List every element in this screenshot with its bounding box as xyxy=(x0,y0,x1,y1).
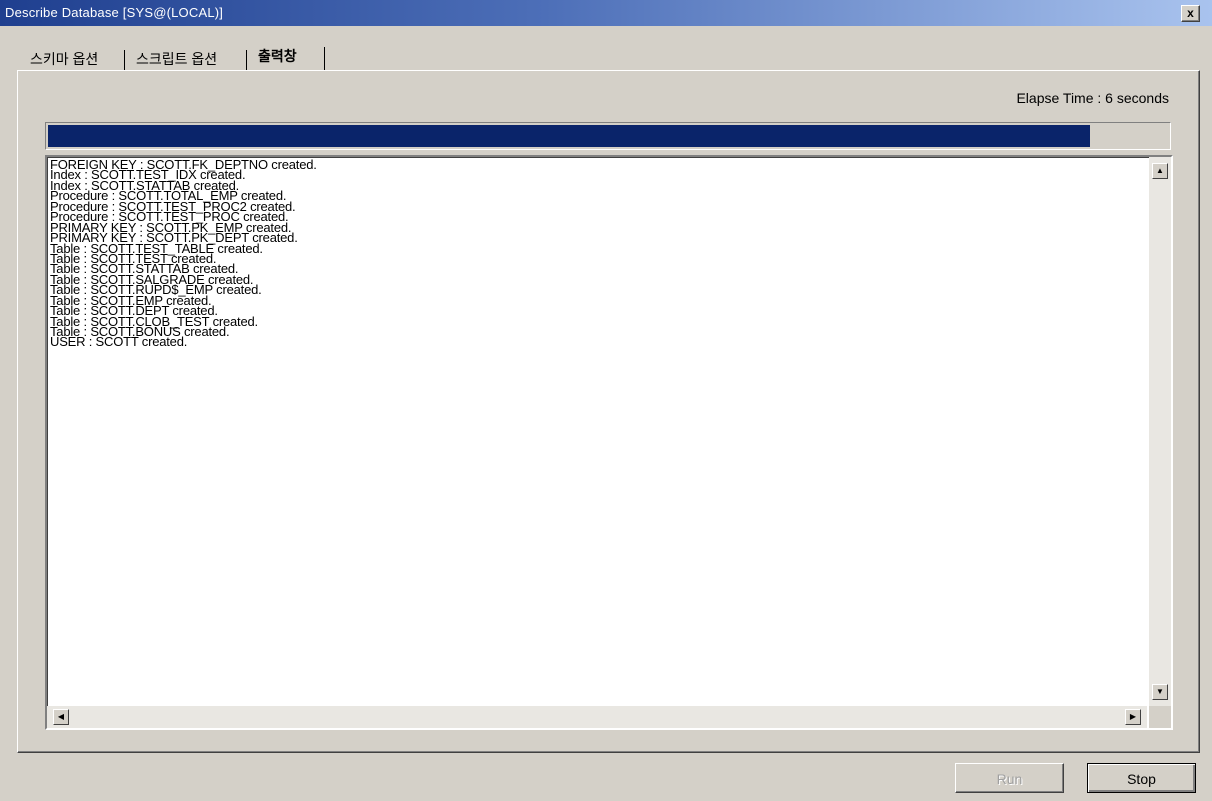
title-bar[interactable]: Describe Database [SYS@(LOCAL)] x xyxy=(0,0,1212,26)
close-button[interactable]: x xyxy=(1181,5,1200,22)
tab-divider xyxy=(324,47,325,71)
tab-divider xyxy=(246,50,247,71)
output-log-textarea[interactable]: FOREIGN KEY : SCOTT.FK_DEPTNO created. In… xyxy=(45,155,1173,730)
stop-button[interactable]: Stop xyxy=(1087,763,1196,793)
scroll-down-button[interactable]: ▼ xyxy=(1152,684,1168,700)
scroll-up-button[interactable]: ▲ xyxy=(1152,163,1168,179)
scroll-left-button[interactable]: ◀ xyxy=(53,709,69,725)
log-line: USER : SCOTT created. xyxy=(50,334,188,350)
vertical-scrollbar[interactable]: ▲ ▼ xyxy=(1149,157,1171,706)
tab-output[interactable]: 출력창 xyxy=(252,44,303,68)
log-lines: FOREIGN KEY : SCOTT.FK_DEPTNO created. In… xyxy=(50,158,317,350)
tab-schema-options[interactable]: 스키마 옵션 xyxy=(24,47,104,71)
scroll-right-button[interactable]: ▶ xyxy=(1125,709,1141,725)
scrollbar-corner xyxy=(1149,706,1171,728)
progress-fill xyxy=(48,125,1090,147)
describe-database-dialog: Describe Database [SYS@(LOCAL)] x 스키마 옵션… xyxy=(0,0,1212,801)
run-button[interactable]: Run xyxy=(955,763,1064,793)
progress-bar xyxy=(45,122,1171,150)
tab-divider xyxy=(124,50,125,71)
elapse-time-label: Elapse Time : 6 seconds xyxy=(1016,90,1169,106)
window-title: Describe Database [SYS@(LOCAL)] xyxy=(5,5,224,20)
tab-script-options[interactable]: 스크립트 옵션 xyxy=(130,47,223,71)
horizontal-scrollbar[interactable]: ◀ ▶ xyxy=(47,706,1147,728)
